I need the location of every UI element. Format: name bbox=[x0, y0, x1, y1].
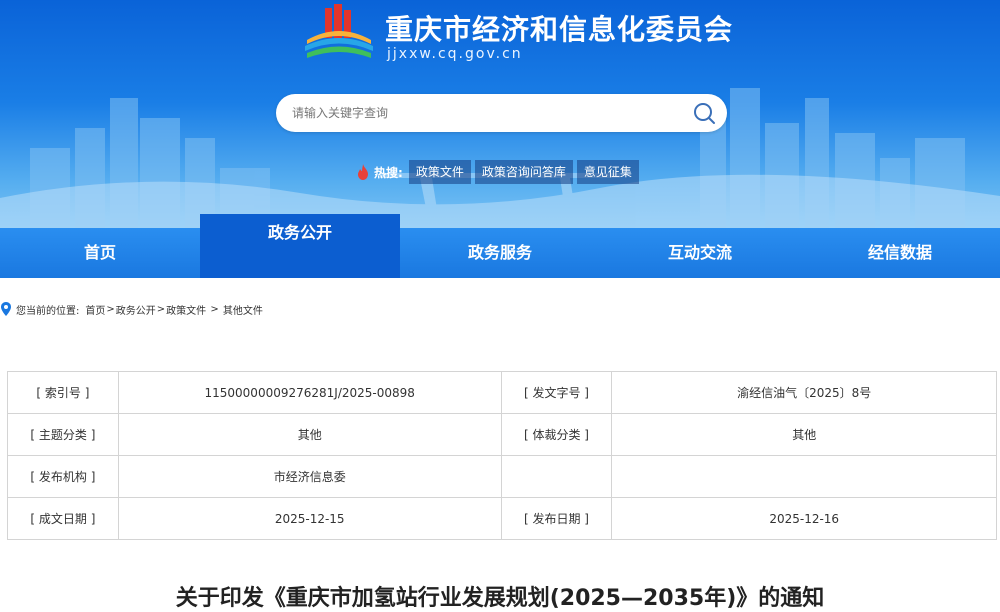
info-label: [ 索引号 ] bbox=[7, 371, 119, 414]
nav-item-home[interactable]: 首页 bbox=[0, 228, 200, 278]
breadcrumb: 您当前的位置: 首页 > 政务公开 > 政策文件 > 其他文件 bbox=[0, 300, 263, 318]
info-label bbox=[500, 455, 613, 498]
hot-tag-opinions[interactable]: 意见征集 bbox=[576, 160, 639, 184]
site-logo[interactable]: 重庆市经济和信息化委员会 jjxxw.cq.gov.cn bbox=[303, 4, 732, 64]
info-value: 渝经信油气〔2025〕8号 bbox=[611, 371, 997, 414]
info-label: [ 发文字号 ] bbox=[500, 371, 613, 414]
info-label: [ 体裁分类 ] bbox=[500, 413, 613, 456]
nav-item-gov-services[interactable]: 政务服务 bbox=[400, 228, 600, 278]
info-value: 其他 bbox=[611, 413, 997, 456]
info-value: 2025-12-15 bbox=[117, 497, 502, 540]
nav-item-gov-affairs-open[interactable]: 政务公开 bbox=[200, 214, 400, 278]
hot-search-row: 热搜: 政策文件 政策咨询问答库 意见征集 bbox=[356, 159, 643, 185]
cq-emblem-logo-icon bbox=[305, 4, 373, 58]
table-row: [ 主题分类 ] 其他 [ 体裁分类 ] 其他 bbox=[7, 413, 997, 456]
nav-item-economy-data[interactable]: 经信数据 bbox=[800, 228, 1000, 278]
breadcrumb-gov-affairs-open[interactable]: 政务公开 bbox=[116, 302, 156, 317]
info-value: 市经济信息委 bbox=[117, 455, 502, 498]
breadcrumb-home[interactable]: 首页 bbox=[85, 302, 105, 317]
info-label: [ 主题分类 ] bbox=[7, 413, 119, 456]
document-info-table: [ 索引号 ] 11500000009276281J/2025-00898 [ … bbox=[7, 371, 997, 540]
location-pin-icon bbox=[1, 302, 11, 316]
breadcrumb-policy-docs[interactable]: 政策文件 bbox=[166, 302, 206, 317]
breadcrumb-separator: > bbox=[106, 303, 115, 315]
info-value: 2025-12-16 bbox=[611, 497, 997, 540]
search-box bbox=[276, 94, 727, 132]
table-row: [ 索引号 ] 11500000009276281J/2025-00898 [ … bbox=[7, 371, 997, 414]
breadcrumb-separator: > bbox=[207, 303, 222, 315]
breadcrumb-other-docs[interactable]: 其他文件 bbox=[223, 302, 263, 317]
hot-search-label: 热搜: bbox=[356, 164, 403, 181]
table-row: [ 成文日期 ] 2025-12-15 [ 发布日期 ] 2025-12-16 bbox=[7, 497, 997, 540]
search-input[interactable] bbox=[292, 94, 672, 132]
site-title: 重庆市经济和信息化委员会 bbox=[385, 13, 734, 46]
info-label: [ 成文日期 ] bbox=[7, 497, 119, 540]
hot-label-text: 热搜: bbox=[374, 165, 403, 180]
fire-icon bbox=[358, 164, 368, 180]
table-row: [ 发布机构 ] 市经济信息委 bbox=[7, 455, 997, 498]
breadcrumb-separator: > bbox=[156, 303, 166, 315]
nav-item-interaction[interactable]: 互动交流 bbox=[600, 228, 800, 278]
header-banner: 重庆市经济和信息化委员会 jjxxw.cq.gov.cn 热搜: 政策文件 政策… bbox=[0, 0, 1000, 228]
info-value bbox=[611, 455, 997, 498]
hot-tag-policy-docs[interactable]: 政策文件 bbox=[408, 160, 471, 184]
info-label: [ 发布机构 ] bbox=[7, 455, 119, 498]
main-nav: 首页 政务公开 政务服务 互动交流 经信数据 bbox=[0, 214, 1000, 278]
site-domain: jjxxw.cq.gov.cn bbox=[387, 46, 523, 62]
hot-tag-policy-qa[interactable]: 政策咨询问答库 bbox=[474, 160, 573, 184]
article-title: 关于印发《重庆市加氢站行业发展规划(2025—2035年)》的通知 bbox=[175, 586, 825, 611]
info-value: 11500000009276281J/2025-00898 bbox=[117, 371, 502, 414]
info-label: [ 发布日期 ] bbox=[500, 497, 613, 540]
search-icon[interactable] bbox=[689, 98, 719, 128]
info-value: 其他 bbox=[117, 413, 502, 456]
breadcrumb-prefix: 您当前的位置: bbox=[16, 305, 80, 317]
